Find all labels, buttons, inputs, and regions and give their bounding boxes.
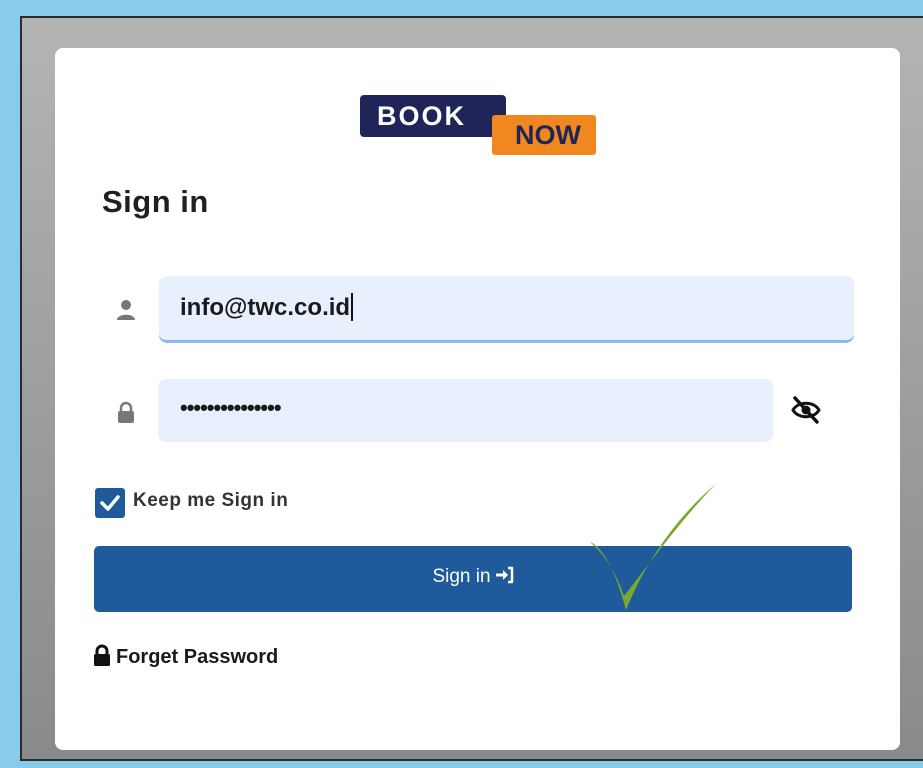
sign-in-label: Sign in xyxy=(432,566,491,587)
login-card: BOOK NOW Sign in info@twc.co.id ••••••••… xyxy=(55,48,900,750)
sign-in-button[interactable]: Sign in xyxy=(94,546,852,612)
logo-now-text: NOW xyxy=(492,115,596,155)
text-caret xyxy=(351,292,354,321)
background-frame: BOOK NOW Sign in info@twc.co.id ••••••••… xyxy=(0,0,923,768)
check-icon xyxy=(100,495,120,511)
user-icon xyxy=(117,300,135,320)
keep-signed-in-checkbox[interactable] xyxy=(95,488,125,518)
password-field[interactable]: ••••••••••••••• xyxy=(158,379,773,442)
lock-icon xyxy=(94,644,110,667)
sign-in-icon xyxy=(495,566,513,584)
forget-password-link[interactable]: Forget Password xyxy=(93,644,279,669)
booknow-logo: BOOK NOW xyxy=(360,95,596,159)
password-value: ••••••••••••••• xyxy=(180,395,282,420)
keep-signed-in-label[interactable]: Keep me Sign in xyxy=(133,490,288,512)
lock-icon xyxy=(118,401,134,423)
forget-password-label: Forget Password xyxy=(116,646,279,668)
logo-book-text: BOOK xyxy=(360,95,506,137)
email-value: info@twc.co.id xyxy=(180,294,351,321)
page-title: Sign in xyxy=(102,184,209,219)
eye-slash-icon[interactable] xyxy=(790,396,822,424)
email-field[interactable]: info@twc.co.id xyxy=(159,276,854,342)
